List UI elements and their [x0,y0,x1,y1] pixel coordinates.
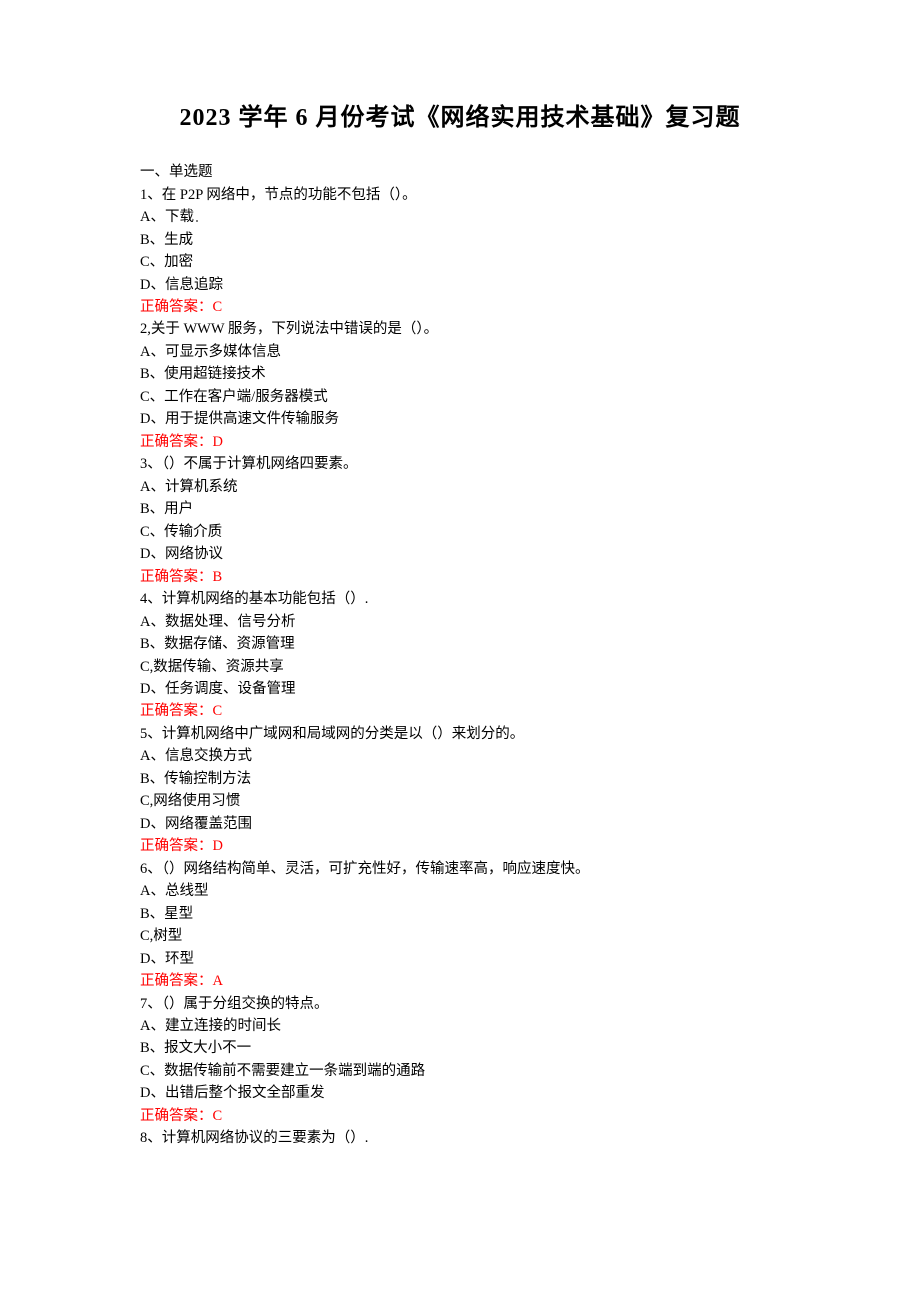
correct-answer: 正确答案：C [140,296,780,318]
question-stem: 2,关于 WWW 服务，下列说法中错误的是（）。 [140,318,780,340]
option: C、数据传输前不需要建立一条端到端的通路 [140,1060,780,1082]
option: B、使用超链接技术 [140,363,780,385]
option: A、计算机系统 [140,476,780,498]
option: D、用于提供高速文件传输服务 [140,408,780,430]
correct-answer: 正确答案：C [140,1105,780,1127]
correct-answer: 正确答案：D [140,431,780,453]
option: B、数据存储、资源管理 [140,633,780,655]
option: D、信息追踪 [140,274,780,296]
option: D、出错后整个报文全部重发 [140,1082,780,1104]
option: B、星型 [140,903,780,925]
option: B、传输控制方法 [140,768,780,790]
option: A、信息交换方式 [140,745,780,767]
option: D、网络覆盖范围 [140,813,780,835]
option: D、网络协议 [140,543,780,565]
option: B、报文大小不一 [140,1037,780,1059]
page-title: 2023 学年 6 月份考试《网络实用技术基础》复习题 [140,100,780,137]
section-heading: 一、单选题 [140,161,780,183]
option: D、任务调度、设备管理 [140,678,780,700]
correct-answer: 正确答案：C [140,700,780,722]
question-stem: 5、计算机网络中广域网和局域网的分类是以（）来划分的。 [140,723,780,745]
option: C、工作在客户端/服务器模式 [140,386,780,408]
correct-answer: 正确答案：A [140,970,780,992]
option: C,网络使用习惯 [140,790,780,812]
option: C,数据传输、资源共享 [140,656,780,678]
option: A、数据处理、信号分析 [140,611,780,633]
question-stem: 6、（）网络结构简单、灵活，可扩充性好，传输速率高，响应速度快。 [140,858,780,880]
question-stem: 4、计算机网络的基本功能包括（）. [140,588,780,610]
option: D、环型 [140,948,780,970]
option: B、用户 [140,498,780,520]
option: A、总线型 [140,880,780,902]
question-stem: 7、（）属于分组交换的特点。 [140,993,780,1015]
correct-answer: 正确答案：B [140,566,780,588]
correct-answer: 正确答案：D [140,835,780,857]
option: A、下载 [140,206,780,228]
question-stem: 1、在 P2P 网络中，节点的功能不包括（）。 [140,184,780,206]
option: C,树型 [140,925,780,947]
question-stem: 3、（）不属于计算机网络四要素。 [140,453,780,475]
option: C、加密 [140,251,780,273]
dot-icon [196,217,201,222]
option: A、可显示多媒体信息 [140,341,780,363]
question-stem: 8、计算机网络协议的三要素为（）. [140,1127,780,1149]
option: A、建立连接的时间长 [140,1015,780,1037]
option: B、生成 [140,229,780,251]
option: C、传输介质 [140,521,780,543]
